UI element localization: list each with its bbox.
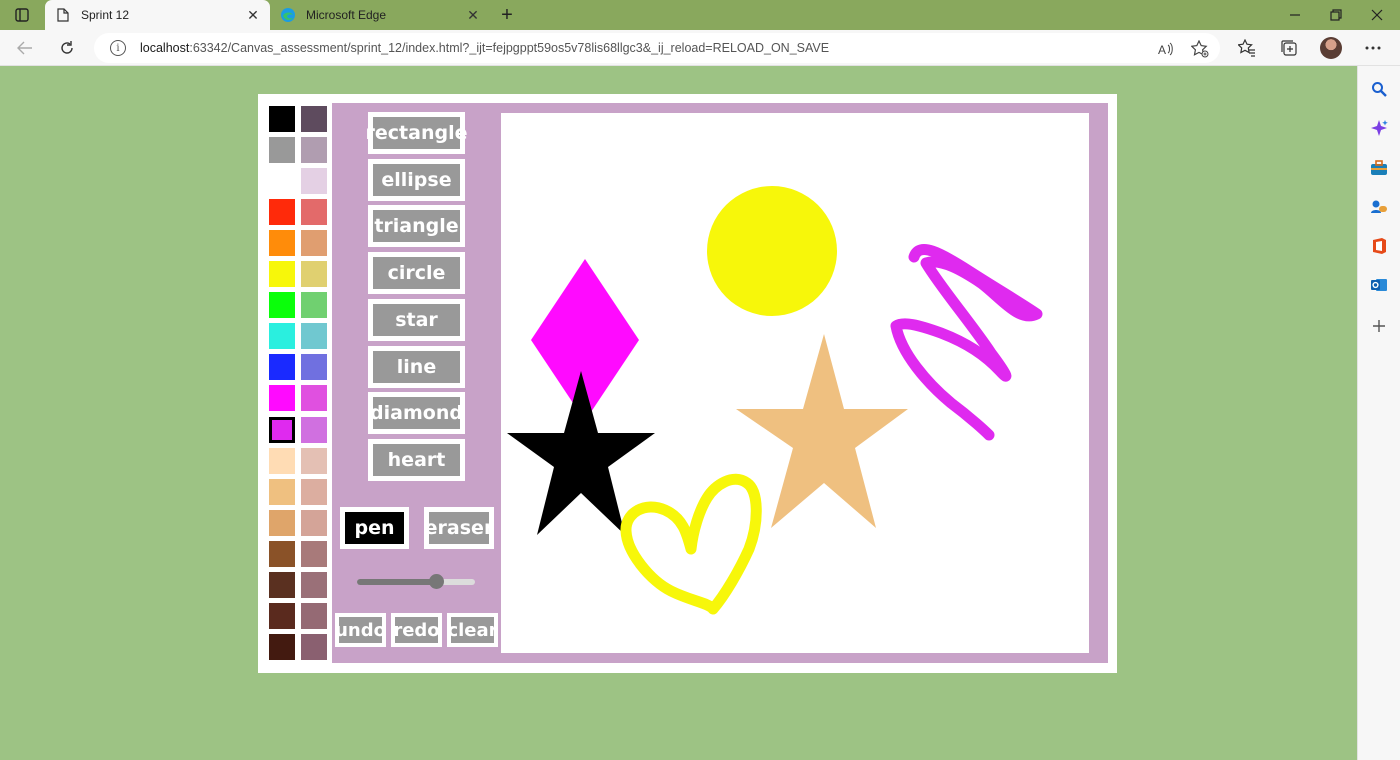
eraser-button[interactable]: eraser	[424, 507, 494, 549]
tab-title: Sprint 12	[81, 8, 130, 22]
color-swatch[interactable]	[301, 541, 327, 567]
url-text: localhost:63342/Canvas_assessment/sprint…	[140, 41, 829, 55]
drawing-canvas[interactable]	[501, 113, 1089, 653]
diamond-tool-button[interactable]: diamond	[368, 392, 465, 434]
color-swatch[interactable]	[269, 292, 295, 318]
color-swatch[interactable]	[269, 168, 295, 194]
color-swatch[interactable]	[301, 199, 327, 225]
color-swatch[interactable]	[301, 572, 327, 598]
color-swatch[interactable]	[301, 634, 327, 660]
color-swatch[interactable]	[301, 168, 327, 194]
edge-logo-icon	[280, 7, 296, 23]
profile-avatar[interactable]	[1320, 37, 1342, 59]
color-swatch[interactable]	[269, 385, 295, 411]
undo-button[interactable]: undo	[335, 613, 386, 647]
navigation-bar: i localhost:63342/Canvas_assessment/spri…	[0, 30, 1400, 66]
color-swatch[interactable]	[269, 572, 295, 598]
close-tab-icon[interactable]: ✕	[462, 4, 484, 26]
color-swatch[interactable]	[301, 385, 327, 411]
games-icon[interactable]	[1369, 197, 1389, 217]
color-swatch[interactable]	[301, 448, 327, 474]
color-swatch[interactable]	[269, 323, 295, 349]
color-swatch[interactable]	[269, 541, 295, 567]
color-swatch[interactable]	[269, 137, 295, 163]
tab-microsoft-edge[interactable]: Microsoft Edge ✕	[270, 0, 490, 30]
heart-stroke	[620, 473, 762, 615]
line-tool-button[interactable]: line	[368, 346, 465, 388]
triangle-tool-button[interactable]: triangle	[368, 205, 465, 247]
heart-tool-button[interactable]: heart	[368, 439, 465, 481]
minimize-icon[interactable]	[1272, 0, 1318, 30]
brush-size-thumb[interactable]	[429, 574, 445, 589]
tan-star-shape	[736, 334, 908, 528]
color-swatch[interactable]	[269, 634, 295, 660]
color-swatch[interactable]	[269, 510, 295, 536]
circle-shape	[707, 186, 837, 316]
collections-icon[interactable]	[1278, 37, 1300, 59]
color-swatch[interactable]	[301, 261, 327, 287]
title-bar: Sprint 12 ✕ Microsoft Edge ✕ +	[0, 0, 1400, 30]
color-swatch[interactable]	[269, 479, 295, 505]
outlook-icon[interactable]	[1369, 275, 1389, 295]
color-swatch[interactable]	[301, 323, 327, 349]
favorites-icon[interactable]	[1236, 37, 1258, 59]
site-info-icon[interactable]: i	[110, 40, 126, 56]
color-swatch[interactable]	[301, 230, 327, 256]
tab-actions-icon[interactable]	[13, 6, 31, 24]
add-favorite-icon[interactable]	[1190, 39, 1210, 59]
color-swatch[interactable]	[301, 603, 327, 629]
url-host: localhost	[140, 41, 190, 55]
color-swatch[interactable]	[301, 292, 327, 318]
color-swatch[interactable]	[269, 417, 295, 443]
brush-size-slider[interactable]	[357, 574, 475, 589]
close-tab-icon[interactable]: ✕	[242, 4, 264, 26]
pen-button[interactable]: pen	[340, 507, 409, 549]
color-swatch[interactable]	[269, 261, 295, 287]
brush-size-fill	[357, 579, 437, 585]
circle-tool-button[interactable]: circle	[368, 252, 465, 294]
new-tab-button[interactable]: +	[496, 4, 518, 26]
page-icon	[55, 7, 71, 23]
color-swatch[interactable]	[301, 417, 327, 443]
color-swatch[interactable]	[301, 137, 327, 163]
copilot-icon[interactable]	[1369, 118, 1389, 138]
ellipse-tool-button[interactable]: ellipse	[368, 159, 465, 201]
restore-icon[interactable]	[1313, 0, 1359, 30]
clear-button[interactable]: clear	[447, 613, 498, 647]
tab-sprint-12[interactable]: Sprint 12 ✕	[45, 0, 270, 30]
color-swatch[interactable]	[301, 479, 327, 505]
more-options-icon[interactable]	[1362, 37, 1384, 59]
color-swatch[interactable]	[269, 230, 295, 256]
svg-text:A: A	[1158, 43, 1166, 56]
color-swatch[interactable]	[269, 199, 295, 225]
color-swatch[interactable]	[269, 603, 295, 629]
refresh-icon[interactable]	[54, 36, 80, 60]
color-swatch[interactable]	[269, 448, 295, 474]
back-icon[interactable]	[12, 36, 38, 60]
color-swatch[interactable]	[269, 354, 295, 380]
rectangle-tool-button[interactable]: rectangle	[366, 112, 467, 154]
url-path: :63342/Canvas_assessment/sprint_12/index…	[189, 41, 830, 55]
tab-title: Microsoft Edge	[306, 8, 387, 22]
close-window-icon[interactable]	[1354, 0, 1400, 30]
address-bar[interactable]: i localhost:63342/Canvas_assessment/spri…	[94, 33, 1220, 63]
search-icon[interactable]	[1369, 79, 1389, 99]
color-swatch[interactable]	[301, 510, 327, 536]
add-sidebar-app-icon[interactable]	[1369, 316, 1389, 336]
edge-sidebar	[1357, 66, 1400, 760]
star-tool-button[interactable]: star	[368, 299, 465, 341]
office-icon[interactable]	[1369, 236, 1389, 256]
read-aloud-icon[interactable]: A	[1156, 39, 1176, 59]
color-swatch[interactable]	[269, 106, 295, 132]
tools-icon[interactable]	[1369, 158, 1389, 178]
redo-button[interactable]: redo	[391, 613, 442, 647]
color-swatch[interactable]	[301, 106, 327, 132]
color-swatch[interactable]	[301, 354, 327, 380]
squiggle-stroke	[890, 244, 1043, 441]
